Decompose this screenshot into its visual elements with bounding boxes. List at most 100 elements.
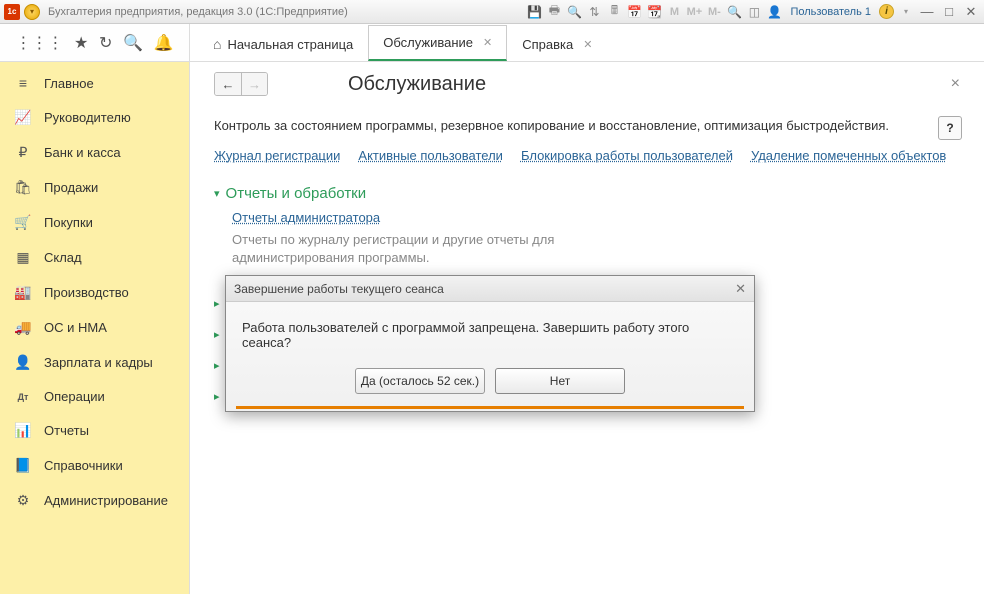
link-admin-reports[interactable]: Отчеты администратора: [232, 210, 380, 225]
compare-icon[interactable]: ⇅: [586, 4, 602, 20]
page-title: Обслуживание: [348, 73, 486, 96]
close-window-button[interactable]: ✕: [962, 4, 980, 20]
tab-maintenance-label: Обслуживание: [383, 35, 473, 50]
notifications-bell-icon[interactable]: 🔔: [154, 33, 174, 53]
info-dropdown-icon[interactable]: ▾: [898, 4, 914, 20]
forward-button[interactable]: →: [241, 73, 267, 95]
cart-icon: 🛒: [14, 214, 32, 231]
info-icon[interactable]: i: [879, 4, 894, 19]
quick-icons: ⋮⋮⋮ ★ ↻ 🔍 🔔: [0, 24, 190, 61]
sidebar-item-assets[interactable]: 🚚 ОС и НМА: [0, 310, 189, 345]
chevron-right-icon: ▸: [214, 328, 220, 341]
dialog-accent-bar: [236, 406, 744, 409]
app-logo-icon: 1c: [4, 4, 20, 20]
ruble-icon: ₽: [14, 144, 32, 161]
print-icon[interactable]: 🖶: [546, 4, 562, 20]
sidebar-item-label: Руководителю: [44, 110, 131, 125]
sidebar-item-operations[interactable]: Дт Операции: [0, 380, 189, 413]
quick-links-row: Журнал регистрации Активные пользователи…: [214, 148, 960, 163]
memory-mminus-label[interactable]: M-: [706, 4, 722, 20]
grid-icon: ▦: [14, 249, 32, 266]
window-titlebar: 1c ▾ Бухгалтерия предприятия, редакция 3…: [0, 0, 984, 24]
nav-arrows: ← →: [214, 72, 268, 96]
chart-icon: 📈: [14, 109, 32, 126]
section-reports-desc: Отчеты по журналу регистрации и другие о…: [232, 231, 592, 267]
truck-icon: 🚚: [14, 319, 32, 336]
chevron-right-icon: ▸: [214, 390, 220, 403]
save-icon[interactable]: 💾: [526, 4, 542, 20]
sidebar-item-label: Банк и касса: [44, 145, 121, 160]
sidebar-item-purchases[interactable]: 🛒Покупки: [0, 205, 189, 240]
gear-icon: ⚙: [14, 492, 32, 509]
date-icon[interactable]: 📆: [646, 4, 662, 20]
apps-grid-icon[interactable]: ⋮⋮⋮: [15, 33, 63, 53]
session-end-dialog: Завершение работы текущего сеанса ✕ Рабо…: [225, 275, 755, 412]
memory-m-label[interactable]: M: [666, 4, 682, 20]
book-icon: 📘: [14, 457, 32, 474]
content-header: ← → Обслуживание ×: [214, 72, 960, 96]
sidebar-item-sales[interactable]: 🛍 Продажи: [0, 170, 189, 205]
tab-home[interactable]: ⌂ Начальная страница: [198, 26, 368, 61]
sidebar-item-production[interactable]: 🏭 Производство: [0, 275, 189, 310]
sidebar-item-bank[interactable]: ₽ Банк и касса: [0, 135, 189, 170]
content-close-icon[interactable]: ×: [951, 75, 960, 93]
user-icon: 👤: [766, 4, 782, 20]
factory-icon: 🏭: [14, 284, 32, 301]
tabs-bar: ⌂ Начальная страница Обслуживание ✕ Спра…: [190, 24, 607, 61]
calculator-icon[interactable]: 🖩: [606, 4, 622, 20]
dropdown-circle-icon[interactable]: ▾: [24, 4, 40, 20]
dialog-message: Работа пользователей с программой запрещ…: [226, 302, 754, 360]
section-reports-title: Отчеты и обработки: [226, 185, 367, 202]
no-button[interactable]: Нет: [495, 368, 625, 394]
sidebar-item-catalog[interactable]: 📘Справочники: [0, 448, 189, 483]
barchart-icon: 📊: [14, 422, 32, 439]
tab-maintenance[interactable]: Обслуживание ✕: [368, 25, 507, 61]
window-title: Бухгалтерия предприятия, редакция 3.0 (1…: [48, 6, 348, 18]
memory-mplus-label[interactable]: M+: [686, 4, 702, 20]
back-button[interactable]: ←: [215, 73, 241, 95]
yes-button[interactable]: Да (осталось 52 сек.): [355, 368, 485, 394]
link-block-users[interactable]: Блокировка работы пользователей: [521, 148, 733, 163]
sidebar-item-label: Продажи: [44, 180, 98, 195]
sidebar-item-salary[interactable]: 👤Зарплата и кадры: [0, 345, 189, 380]
section-reports-header[interactable]: ▾ Отчеты и обработки: [214, 185, 960, 202]
preview-icon[interactable]: 🔍: [566, 4, 582, 20]
favorites-star-icon[interactable]: ★: [74, 33, 88, 53]
sidebar-item-manager[interactable]: 📈 Руководителю: [0, 100, 189, 135]
sidebar: ≡ Главное 📈 Руководителю ₽ Банк и касса 🛍 Пр…: [0, 62, 190, 594]
user-label[interactable]: Пользователь 1: [790, 6, 871, 18]
sidebar-item-label: Производство: [44, 285, 129, 300]
link-active-users[interactable]: Активные пользователи: [358, 148, 503, 163]
link-delete-marked[interactable]: Удаление помеченных объектов: [751, 148, 946, 163]
main-icon: ≡: [14, 75, 32, 91]
minimize-button[interactable]: —: [918, 4, 936, 19]
sidebar-item-label: Главное: [44, 76, 94, 91]
dialog-titlebar[interactable]: Завершение работы текущего сеанса ✕: [226, 276, 754, 302]
maximize-button[interactable]: □: [940, 4, 958, 19]
bag-icon: 🛍: [14, 179, 32, 196]
sidebar-item-admin[interactable]: ⚙Администрирование: [0, 483, 189, 518]
person-icon: 👤: [14, 354, 32, 371]
chevron-right-icon: ▸: [214, 359, 220, 372]
link-registration-log[interactable]: Журнал регистрации: [214, 148, 340, 163]
sidebar-item-label: Склад: [44, 250, 82, 265]
sidebar-item-main[interactable]: ≡ Главное: [0, 66, 189, 100]
search-icon[interactable]: 🔍: [123, 33, 143, 53]
sidebar-item-warehouse[interactable]: ▦ Склад: [0, 240, 189, 275]
zoom-icon[interactable]: 🔍: [726, 4, 742, 20]
chevron-right-icon: ▸: [214, 297, 220, 310]
tab-help-close-icon[interactable]: ✕: [583, 38, 592, 51]
chevron-down-icon: ▾: [214, 187, 220, 200]
panels-icon[interactable]: ◫: [746, 4, 762, 20]
history-icon[interactable]: ↻: [99, 33, 112, 53]
tab-maintenance-close-icon[interactable]: ✕: [483, 36, 492, 49]
dtkt-icon: Дт: [14, 392, 32, 402]
sidebar-item-reports[interactable]: 📊Отчеты: [0, 413, 189, 448]
dialog-close-icon[interactable]: ✕: [735, 281, 746, 297]
sidebar-item-label: ОС и НМА: [44, 320, 107, 335]
help-button[interactable]: ?: [938, 116, 962, 140]
dialog-buttons: Да (осталось 52 сек.) Нет: [226, 360, 754, 406]
sidebar-item-label: Операции: [44, 389, 105, 404]
calendar-icon[interactable]: 📅: [626, 4, 642, 20]
tab-help[interactable]: Справка ✕: [507, 27, 607, 61]
